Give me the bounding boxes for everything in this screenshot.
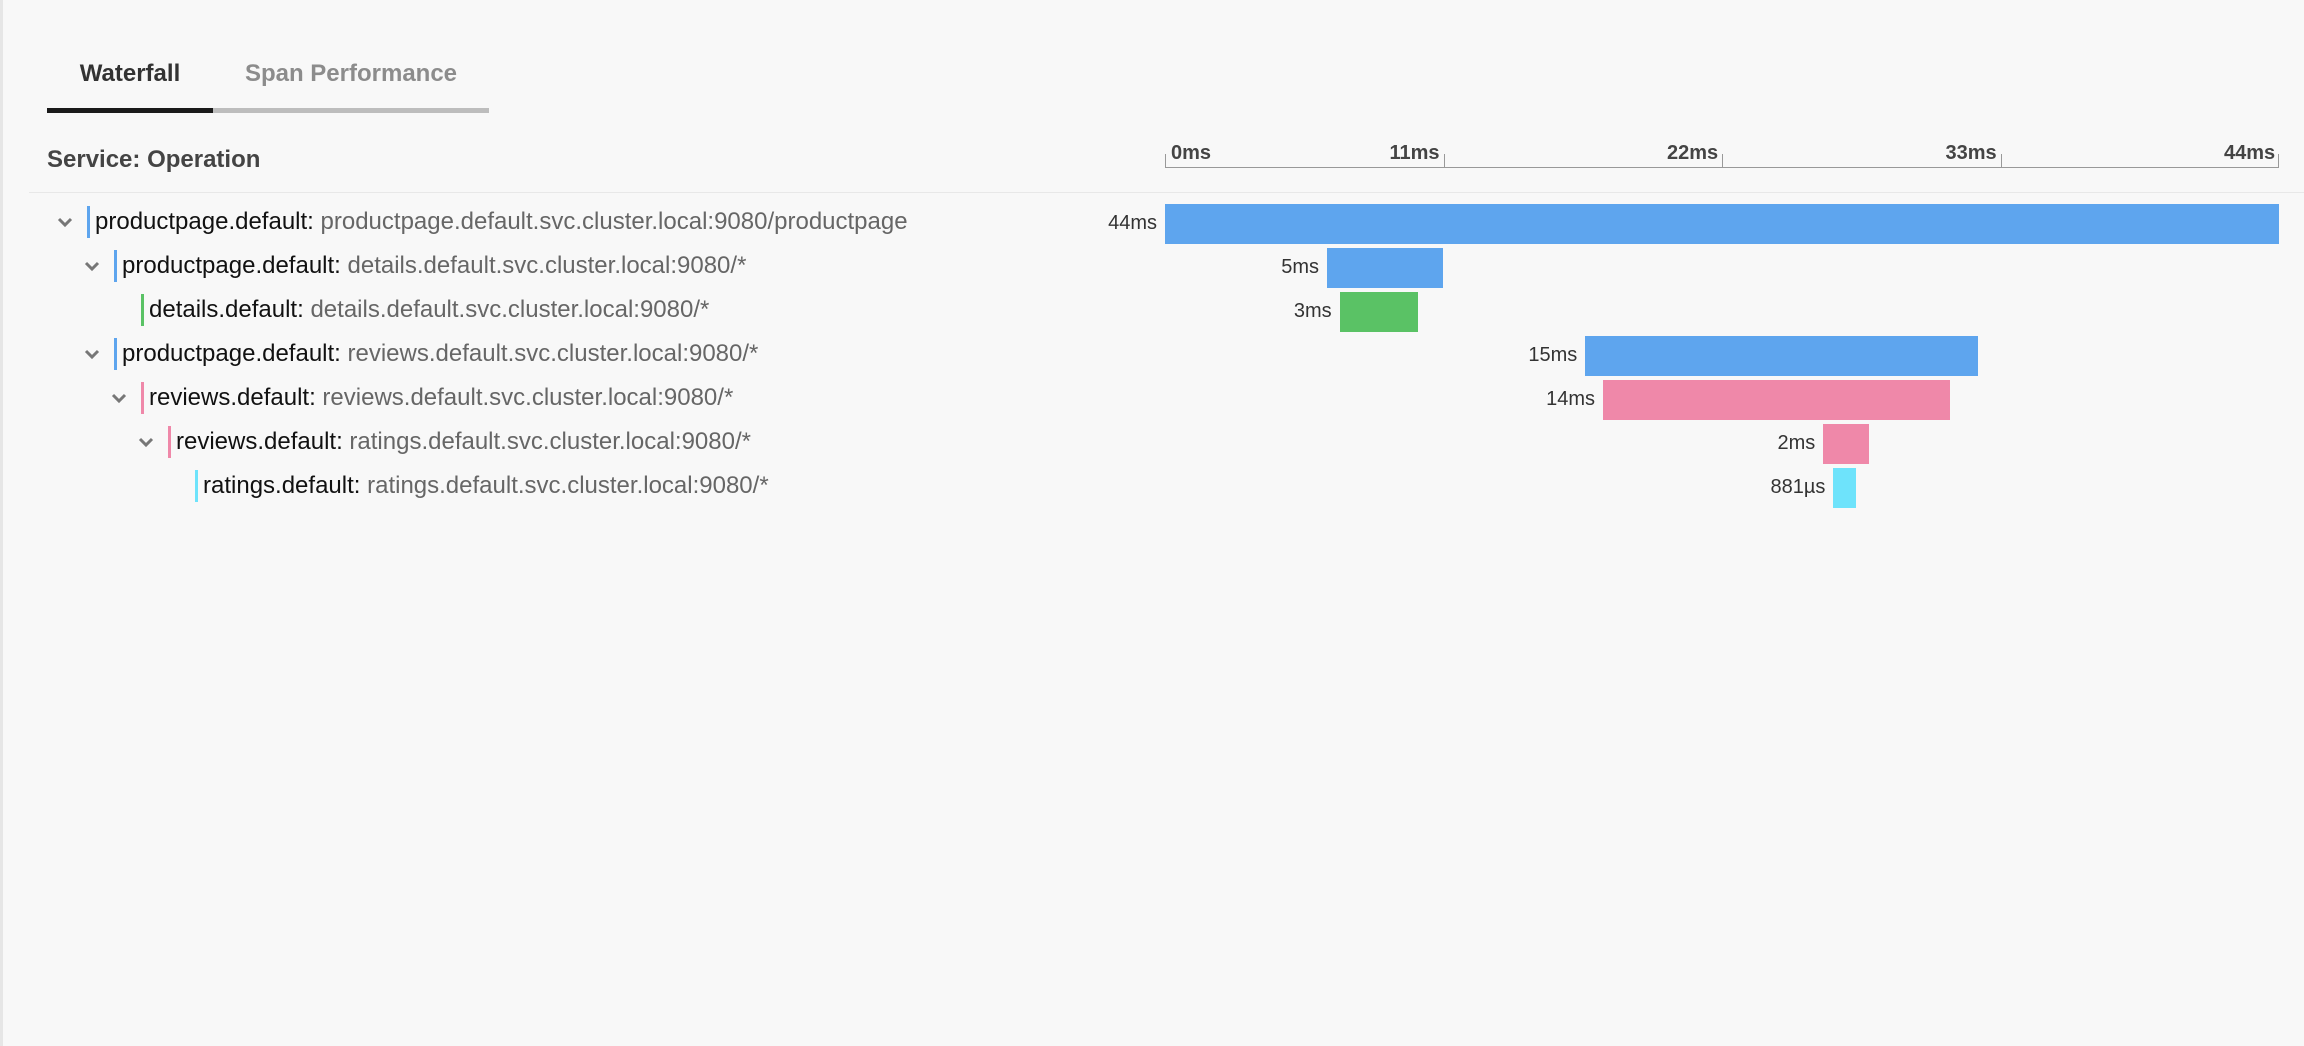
operation-name: reviews.default.svc.cluster.local:9080/*	[315, 384, 734, 411]
service-color-marker	[195, 470, 198, 502]
span-label[interactable]: productpage.default: productpage.default…	[95, 206, 908, 238]
operation-name: details.default.svc.cluster.local:9080/*	[303, 296, 710, 323]
operation-name: ratings.default.svc.cluster.local:9080/*	[360, 472, 769, 499]
operation-name: ratings.default.svc.cluster.local:9080/*	[342, 428, 751, 455]
service-color-marker	[141, 294, 144, 326]
service-color-marker	[114, 338, 117, 370]
ruler-tick-label: 11ms	[1389, 142, 1440, 164]
span-bar[interactable]	[1327, 248, 1444, 288]
operation-name: reviews.default.svc.cluster.local:9080/*	[340, 340, 759, 367]
ruler-tick-label: 22ms	[1667, 142, 1719, 164]
ruler-tick	[1722, 154, 1723, 168]
service-name: productpage.default:	[122, 252, 341, 279]
service-name: productpage.default:	[122, 340, 341, 367]
chevron-down-icon[interactable]	[136, 432, 156, 452]
span-label[interactable]: productpage.default: details.default.svc…	[122, 250, 746, 282]
span-label[interactable]: reviews.default: ratings.default.svc.clu…	[176, 426, 751, 458]
span-row[interactable]: productpage.default: productpage.default…	[3, 200, 2304, 244]
span-duration: 44ms	[1108, 212, 1157, 234]
column-header-service-operation: Service: Operation	[47, 146, 261, 173]
chevron-down-icon[interactable]	[109, 388, 129, 408]
span-label[interactable]: reviews.default: reviews.default.svc.clu…	[149, 382, 733, 414]
span-row[interactable]: productpage.default: details.default.svc…	[3, 244, 2304, 288]
ruler-tick-label: 33ms	[1945, 142, 1997, 164]
service-color-marker	[114, 250, 117, 282]
timeline-ruler: 0ms 11ms 22ms 33ms 44ms	[1165, 140, 2279, 168]
chevron-down-icon[interactable]	[82, 344, 102, 364]
chevron-down-icon[interactable]	[55, 212, 75, 232]
span-bar[interactable]	[1339, 292, 1419, 332]
span-row[interactable]: reviews.default: reviews.default.svc.clu…	[3, 376, 2304, 420]
span-label[interactable]: ratings.default: ratings.default.svc.clu…	[203, 470, 769, 502]
span-row[interactable]: productpage.default: reviews.default.svc…	[3, 332, 2304, 376]
span-row[interactable]: details.default: details.default.svc.clu…	[3, 288, 2304, 332]
span-duration: 2ms	[1777, 432, 1816, 454]
ruler-tick	[1443, 154, 1445, 168]
service-color-marker	[141, 382, 144, 414]
trace-view: Waterfall Span Performance Service: Oper…	[0, 0, 2304, 1046]
span-duration: 5ms	[1281, 256, 1320, 278]
span-bar[interactable]	[1833, 468, 1856, 508]
span-bar[interactable]	[1165, 204, 2279, 244]
service-color-marker	[168, 426, 171, 458]
ruler-tick	[1165, 154, 1166, 168]
service-name: reviews.default:	[176, 428, 343, 455]
service-name: reviews.default:	[149, 384, 316, 411]
service-name: productpage.default:	[95, 208, 314, 235]
header-divider	[29, 192, 2304, 193]
span-duration: 14ms	[1546, 388, 1595, 410]
service-color-marker	[87, 206, 90, 238]
tab-waterfall[interactable]: Waterfall	[47, 40, 213, 113]
span-bar[interactable]	[1603, 380, 1950, 420]
tab-span-performance[interactable]: Span Performance	[213, 40, 489, 108]
operation-name: details.default.svc.cluster.local:9080/*	[340, 252, 747, 279]
span-label[interactable]: productpage.default: reviews.default.svc…	[122, 338, 758, 370]
service-name: ratings.default:	[203, 472, 361, 499]
chevron-down-icon[interactable]	[82, 256, 102, 276]
view-tabs: Waterfall Span Performance	[47, 40, 489, 113]
span-label[interactable]: details.default: details.default.svc.clu…	[149, 294, 709, 326]
ruler-tick	[2000, 154, 2002, 168]
ruler-tick-label: 44ms	[2224, 142, 2276, 164]
span-bar[interactable]	[1585, 336, 1978, 376]
span-duration: 881µs	[1770, 476, 1826, 498]
service-name: details.default:	[149, 296, 304, 323]
span-row[interactable]: reviews.default: ratings.default.svc.clu…	[3, 420, 2304, 464]
span-duration: 15ms	[1528, 344, 1578, 366]
span-row[interactable]: ratings.default: ratings.default.svc.clu…	[3, 464, 2304, 508]
span-duration: 3ms	[1293, 300, 1332, 322]
ruler-tick	[2278, 154, 2279, 168]
span-bar[interactable]	[1823, 424, 1869, 464]
ruler-tick-label: 0ms	[1171, 142, 1212, 164]
operation-name: productpage.default.svc.cluster.local:90…	[313, 208, 908, 235]
